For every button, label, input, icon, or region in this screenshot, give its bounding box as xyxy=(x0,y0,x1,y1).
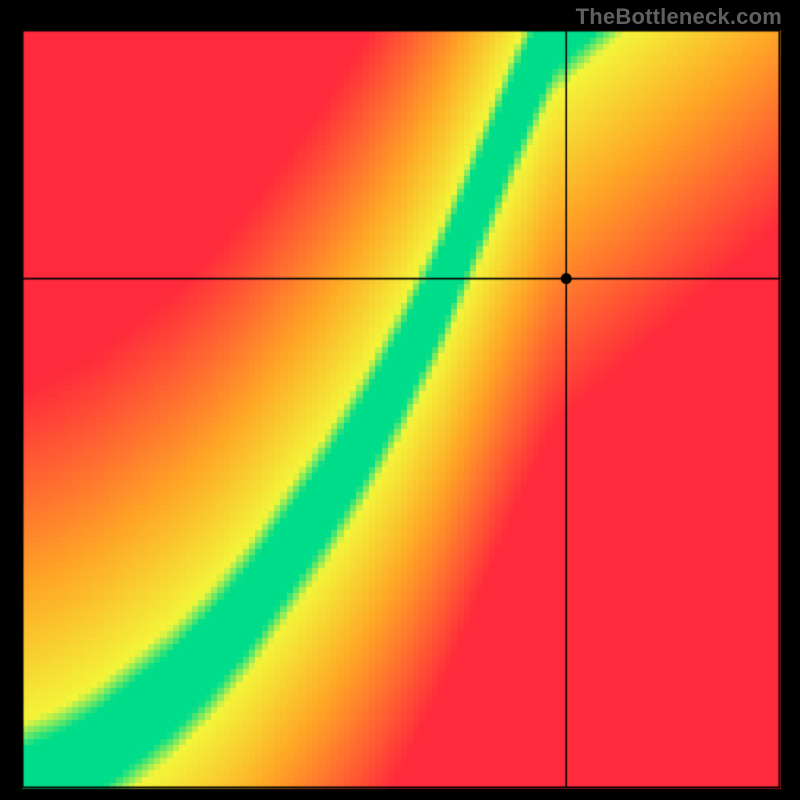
bottleneck-heatmap xyxy=(0,0,800,800)
chart-container: TheBottleneck.com xyxy=(0,0,800,800)
watermark-text: TheBottleneck.com xyxy=(576,4,782,30)
